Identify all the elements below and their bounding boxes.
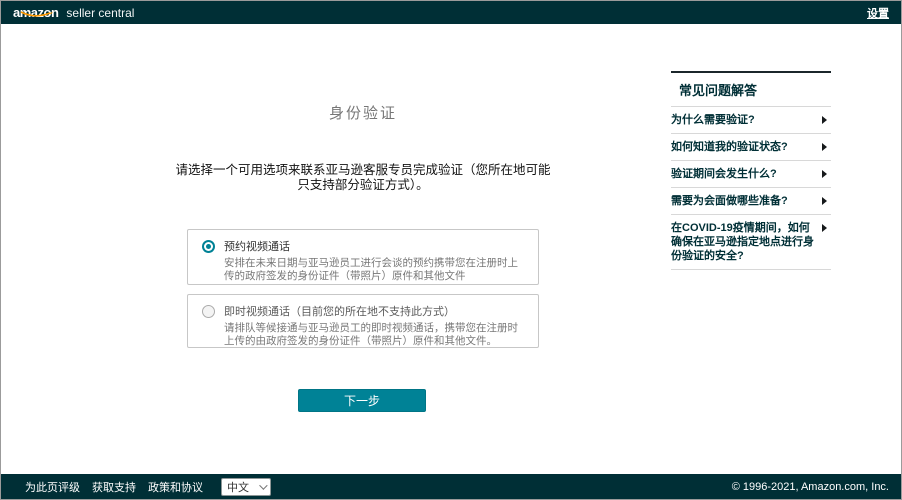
next-button[interactable]: 下一步 <box>298 389 426 412</box>
faq-item-verification-status[interactable]: 如何知道我的验证状态? <box>671 134 831 161</box>
option-scheduled-video-call[interactable]: 预约视频通话 安排在未来日期与亚马逊员工进行会谈的预约携带您在注册时上传的政府签… <box>187 229 539 285</box>
top-header: amazon seller central 设置 <box>1 1 901 24</box>
faq-item-covid-safety[interactable]: 在COVID-19疫情期间，如何确保在亚马逊指定地点进行身份验证的安全? <box>671 215 831 270</box>
footer-link-policies[interactable]: 政策和协议 <box>148 479 203 495</box>
copyright-text: © 1996-2021, Amazon.com, Inc. <box>732 481 889 493</box>
arrow-right-icon <box>822 143 827 151</box>
radio-unselected-icon[interactable] <box>202 305 215 318</box>
radio-selected-icon[interactable] <box>202 240 215 253</box>
language-selector[interactable]: 中文 <box>221 478 271 496</box>
option-title: 预约视频通话 <box>224 238 528 254</box>
language-value: 中文 <box>227 479 249 495</box>
arrow-right-icon <box>822 197 827 205</box>
arrow-right-icon <box>822 224 827 232</box>
arrow-right-icon <box>822 116 827 124</box>
instruction-text: 请选择一个可用选项来联系亚马逊客服专员完成验证（您所在地可能只支持部分验证方式）… <box>171 163 555 193</box>
option-instant-video-call[interactable]: 即时视频通话（目前您的所在地不支持此方式） 请排队等候接通与亚马逊员工的即时视频… <box>187 294 539 348</box>
chevron-down-icon <box>259 481 267 489</box>
amazon-seller-central-logo[interactable]: amazon seller central <box>13 5 134 20</box>
faq-item-meeting-prep[interactable]: 需要为会面做哪些准备? <box>671 188 831 215</box>
faq-item-what-happens[interactable]: 验证期间会发生什么? <box>671 161 831 188</box>
option-title: 即时视频通话（目前您的所在地不支持此方式） <box>224 303 528 319</box>
option-description: 请排队等候接通与亚马逊员工的即时视频通话，携带您在注册时上传的由政府签发的身份证… <box>224 322 528 348</box>
bottom-footer: 为此页评级 获取支持 政策和协议 中文 © 1996-2021, Amazon.… <box>1 474 901 499</box>
settings-link[interactable]: 设置 <box>867 5 889 21</box>
page-title: 身份验证 <box>186 102 540 123</box>
faq-panel: 常见问题解答 为什么需要验证? 如何知道我的验证状态? 验证期间会发生什么? 需… <box>671 71 831 270</box>
arrow-right-icon <box>822 170 827 178</box>
seller-central-text: seller central <box>66 6 134 20</box>
faq-panel-title: 常见问题解答 <box>671 73 831 107</box>
footer-link-get-support[interactable]: 获取支持 <box>92 479 136 495</box>
faq-item-why-verify[interactable]: 为什么需要验证? <box>671 107 831 134</box>
seller-central-window: amazon seller central 设置 身份验证 请选择一个可用选项来… <box>0 0 902 500</box>
option-description: 安排在未来日期与亚马逊员工进行会谈的预约携带您在注册时上传的政府签发的身份证件（… <box>224 257 528 283</box>
footer-link-rate-page[interactable]: 为此页评级 <box>25 479 80 495</box>
